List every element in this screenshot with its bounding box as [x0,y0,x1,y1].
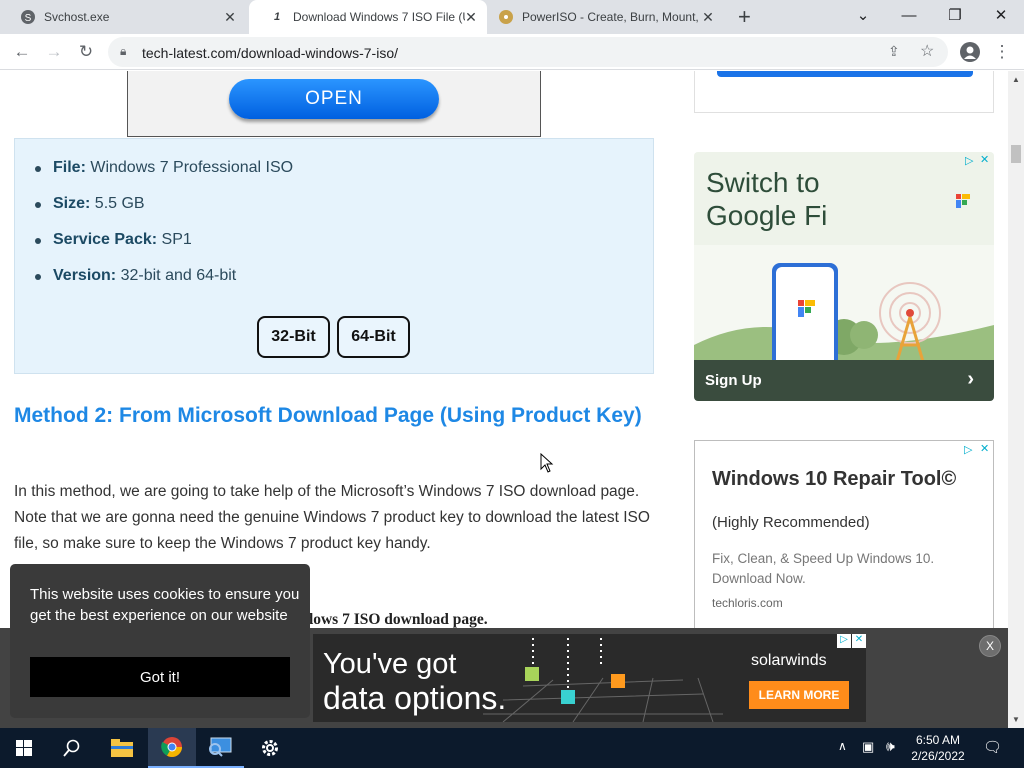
url-text: tech-latest.com/download-windows-7-iso/ [142,45,398,61]
ad-subtitle: (Highly Recommended) [712,514,870,531]
browser-toolbar: ← → ↻ 🔒︎ tech-latest.com/download-window… [0,34,1024,70]
clock-date: 2/26/2022 [911,749,965,763]
page-scrollbar[interactable]: ▲ ▼ [1008,71,1024,728]
tab-title: Svchost.exe [44,10,110,24]
scroll-up-icon[interactable]: ▲ [1012,75,1020,84]
reload-icon[interactable]: ↻ [72,39,100,65]
ad-title: Switch to Google Fi [706,167,828,231]
chevron-up-icon[interactable]: ∧ [838,739,847,753]
network-icon[interactable]: ▣ [862,739,874,755]
scroll-thumb[interactable] [1011,145,1021,163]
phone-illustration [694,263,994,360]
solarwinds-ad[interactable]: You've got data options. solarwinds LEAR… [313,634,866,722]
google-fi-ad[interactable]: Switch to Google Fi ▷ ✕ Sign Up › [694,152,994,401]
info-version: Version: 32-bit and 64-bit [53,267,237,284]
info-size: Size: 5.5 GB [53,195,145,212]
adchoices-icon[interactable]: ▷ [964,443,972,456]
banner-headline-2: data options. [323,680,507,716]
favicon-icon [498,9,514,25]
bullet-icon [35,274,41,280]
open-image-frame: OPEN [127,71,541,137]
download-page-link-text[interactable]: ndows 7 ISO download page. [296,611,488,629]
close-tab-icon[interactable]: ✕ [463,9,479,25]
cookie-accept-button[interactable]: Got it! [30,657,290,697]
menu-icon[interactable]: ⋮ [988,39,1016,65]
tab-svchost[interactable]: S Svchost.exe ✕ [0,0,246,34]
download-32bit-button[interactable]: 32-Bit [257,316,330,358]
ad-description: Fix, Clean, & Speed Up Windows 10. Downl… [712,551,935,586]
favicon-icon: S [20,9,36,25]
minimize-button[interactable]: — [886,0,932,30]
bullet-icon [35,166,41,172]
chevron-right-icon[interactable]: › [967,368,974,391]
tab-title: Download Windows 7 ISO File (U [293,10,465,24]
sign-up-button[interactable]: Sign Up [705,372,762,389]
close-tab-icon[interactable]: ✕ [700,9,716,25]
maximize-button[interactable]: ❐ [932,0,978,30]
info-file: File: Windows 7 Professional ISO [53,159,294,176]
open-button[interactable]: OPEN [229,79,439,119]
google-fi-logo-icon [956,194,970,208]
learn-more-button[interactable]: LEARN MORE [749,681,849,709]
windows-start-icon[interactable] [0,728,48,768]
scroll-down-icon[interactable]: ▼ [1012,715,1020,724]
share-icon[interactable]: ⇪ [888,43,900,60]
cookie-consent-popup: This website uses cookies to ensure you … [10,564,310,718]
forward-icon[interactable]: → [40,39,68,65]
method-heading: Method 2: From Microsoft Download Page (… [14,404,642,427]
ad-header: Switch to Google Fi [694,152,994,245]
banner-close-button[interactable]: X [979,635,1001,657]
method-paragraph: In this method, we are going to take hel… [14,483,650,552]
mouse-cursor-icon [540,453,554,473]
tab-poweriso[interactable]: PowerISO - Create, Burn, Mount, ✕ [478,0,724,34]
page-content: OPEN File: Windows 7 Professional ISO Si… [0,71,1008,728]
ad-title: Windows 10 Repair Tool© [712,468,957,490]
ad-domain: techloris.com [712,596,783,610]
chrome-icon[interactable] [148,728,196,768]
close-tab-icon[interactable]: ✕ [222,9,238,25]
adchoices-icon[interactable]: ▷ [837,634,851,648]
search-icon[interactable] [48,728,96,768]
cookie-message: This website uses cookies to ensure you … [30,586,300,624]
ad-top-button[interactable] [717,71,973,77]
volume-icon[interactable]: 🕪︎ [886,738,895,755]
favicon-icon: 1 [273,11,281,23]
ad-close-icon[interactable]: ✕ [980,153,989,166]
back-icon[interactable]: ← [8,39,36,65]
tab-download-windows7[interactable]: 1 Download Windows 7 ISO File (U ✕ [249,0,487,34]
address-bar[interactable]: 🔒︎ tech-latest.com/download-windows-7-is… [108,37,948,67]
system-clock[interactable]: 6:50 AM 2/26/2022 [908,732,968,764]
tab-title: PowerISO - Create, Burn, Mount, [522,10,699,24]
clock-time: 6:50 AM [915,733,961,747]
svg-text:S: S [25,13,32,24]
download-64bit-button[interactable]: 64-Bit [337,316,410,358]
lock-icon[interactable]: 🔒︎ [120,44,126,59]
tab-search-icon[interactable]: ⌄ [840,0,886,30]
tab-strip: S Svchost.exe ✕ 1 Download Windows 7 ISO… [0,0,1024,34]
ad-footer[interactable]: Sign Up › [694,360,994,401]
profile-icon[interactable] [956,39,984,65]
file-explorer-icon[interactable] [98,728,146,768]
info-service-pack: Service Pack: SP1 [53,231,192,248]
bullet-icon [35,238,41,244]
new-tab-button[interactable]: + [738,4,751,30]
ad-close-icon[interactable]: ✕ [852,634,866,648]
remote-desktop-icon[interactable] [196,728,244,768]
ad-top-box [694,71,994,113]
close-window-button[interactable]: ✕ [978,0,1024,30]
ad-close-icon[interactable]: ✕ [980,442,989,455]
settings-gear-icon[interactable] [246,728,294,768]
adchoices-icon[interactable]: ▷ [965,154,973,167]
file-info-box: File: Windows 7 Professional ISO Size: 5… [14,138,654,374]
bookmark-star-icon[interactable]: ☆ [920,41,934,61]
windows-taskbar: ∧ ▣ 🕪︎ 6:50 AM 2/26/2022 🗨︎ [0,728,1024,768]
banner-headline-1: You've got [323,648,457,680]
bullet-icon [35,202,41,208]
notification-icon[interactable]: 🗨︎ [983,738,1002,756]
solarwinds-logo: solarwinds [751,652,827,669]
